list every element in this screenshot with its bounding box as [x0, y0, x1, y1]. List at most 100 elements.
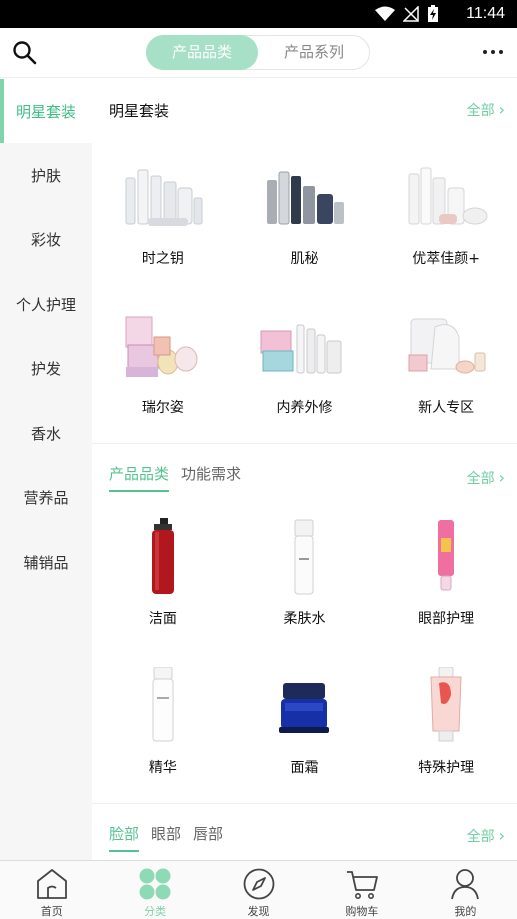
view-all-label: 全部: [466, 103, 495, 119]
top-bar: 产品品类 产品系列: [0, 28, 517, 78]
section-tabs: 脸部 眼部 唇部: [109, 823, 223, 852]
bottom-nav: 首页 分类 发现 购物车 我的: [0, 860, 517, 919]
product-card[interactable]: 特殊护理: [375, 653, 517, 802]
eye-care-image: [438, 520, 455, 591]
sidebar-item-label: 辅销品: [23, 553, 69, 572]
nav-discover[interactable]: 发现: [207, 861, 310, 919]
nav-label: 发现: [247, 905, 270, 918]
tab-face[interactable]: 脸部: [109, 823, 140, 852]
product-card[interactable]: 精华: [92, 653, 234, 802]
category-icon: [139, 868, 171, 900]
product-card[interactable]: 柔肤水: [234, 504, 376, 653]
tab-lips[interactable]: 唇部: [193, 823, 223, 852]
product-set-image: [408, 167, 488, 225]
chevron-right-icon: ›: [498, 468, 505, 487]
compass-icon: [243, 868, 274, 900]
view-all-link[interactable]: 全部 ›: [467, 100, 505, 120]
section-header: 脸部 眼部 唇部 全部 ›: [92, 804, 517, 860]
special-care-image: [430, 667, 462, 742]
nav-profile[interactable]: 我的: [414, 861, 517, 919]
product-grid: 洁面 柔肤水 眼部护理 精华 面霜 特殊护理: [92, 504, 517, 802]
sidebar-item-label: 彩妆: [30, 231, 61, 250]
product-card[interactable]: 瑞尔姿: [92, 293, 234, 442]
product-card[interactable]: 眼部护理: [375, 504, 517, 653]
product-card[interactable]: 优萃佳颜+: [375, 144, 517, 293]
sidebar-item-label: 香水: [30, 424, 61, 443]
product-set-image: [260, 324, 342, 374]
toner-image: [294, 519, 314, 595]
no-signal-icon: [403, 6, 419, 22]
view-all-link[interactable]: 全部 ›: [467, 826, 505, 846]
tab-product-category[interactable]: 产品品类: [146, 35, 258, 70]
search-icon[interactable]: [12, 40, 38, 66]
view-all-link[interactable]: 全部 ›: [467, 468, 505, 488]
sidebar-item-accessories[interactable]: 辅销品: [0, 530, 92, 595]
nav-category[interactable]: 分类: [103, 861, 206, 919]
product-card-label: 瑞尔姿: [141, 400, 184, 416]
product-card-label: 眼部护理: [418, 611, 475, 627]
view-all-label: 全部: [466, 829, 495, 845]
status-time: 11:44: [466, 5, 505, 22]
product-set-image: [125, 169, 203, 226]
product-card[interactable]: 肌秘: [234, 144, 376, 293]
sidebar-item-skincare[interactable]: 护肤: [0, 143, 92, 208]
product-set-image: [267, 171, 345, 225]
nav-home[interactable]: 首页: [0, 861, 103, 919]
wifi-icon: [375, 6, 395, 21]
product-card[interactable]: 时之钥: [92, 144, 234, 293]
product-card-label: 面霜: [290, 760, 319, 776]
product-card[interactable]: 洁面: [92, 504, 234, 653]
section-header: 产品品类 功能需求 全部 ›: [92, 444, 517, 506]
section-title: 明星套装: [109, 102, 170, 120]
product-card-label: 柔肤水: [283, 611, 326, 627]
sidebar-item-label: 个人护理: [15, 295, 76, 314]
nav-label: 分类: [144, 905, 167, 918]
sidebar-item-haircare[interactable]: 护发: [0, 337, 92, 402]
product-card-label: 肌秘: [290, 251, 319, 267]
tab-product-category[interactable]: 产品品类: [109, 463, 170, 492]
product-grid: 时之钥 肌秘 优萃佳颜+ 瑞尔姿 内养外修 新人专区: [92, 144, 517, 442]
more-icon[interactable]: [483, 50, 503, 54]
product-card-label: 特殊护理: [418, 760, 475, 776]
sidebar-item-perfume[interactable]: 香水: [0, 401, 92, 466]
product-card-label: 洁面: [148, 611, 177, 627]
product-card-label: 新人专区: [418, 400, 475, 416]
sidebar-item-makeup[interactable]: 彩妆: [0, 208, 92, 273]
cream-jar-image: [279, 683, 330, 733]
category-sidebar: 明星套装 护肤 彩妆 个人护理 护发 香水 营养品 辅销品: [0, 79, 92, 860]
chevron-right-icon: ›: [498, 100, 505, 119]
product-card-label: 时之钥: [141, 251, 184, 267]
product-set-image: [125, 316, 198, 377]
product-card-label: 优萃佳颜+: [412, 251, 481, 267]
main-content: 明星套装 全部 › 时之钥 肌秘 优萃佳颜+ 瑞尔姿 内养外修 新人专区 产品品…: [92, 79, 517, 860]
product-card-label: 精华: [148, 760, 177, 776]
sidebar-item-label: 明星套装: [15, 102, 76, 121]
view-all-label: 全部: [466, 471, 495, 487]
cart-icon: [346, 871, 378, 899]
nav-label: 首页: [40, 905, 63, 918]
chevron-right-icon: ›: [498, 826, 505, 845]
nav-label: 购物车: [345, 905, 379, 918]
tab-product-series[interactable]: 产品系列: [258, 35, 370, 70]
sidebar-item-label: 护肤: [30, 166, 61, 185]
cleanser-image: [151, 518, 174, 594]
section-header: 明星套装 全部 ›: [92, 79, 517, 139]
sidebar-item-label: 护发: [30, 360, 61, 379]
product-card[interactable]: 新人专区: [375, 293, 517, 442]
product-card[interactable]: 面霜: [234, 653, 376, 802]
nav-label: 我的: [454, 905, 477, 918]
section-tabs: 产品品类 功能需求: [109, 463, 241, 492]
product-card[interactable]: 内养外修: [234, 293, 376, 442]
status-bar: 11:44: [0, 0, 517, 28]
product-set-image: [408, 318, 486, 374]
tab-function-needs[interactable]: 功能需求: [181, 463, 241, 492]
sidebar-item-personal-care[interactable]: 个人护理: [0, 272, 92, 337]
sidebar-item-nutrition[interactable]: 营养品: [0, 466, 92, 531]
tab-eyes[interactable]: 眼部: [151, 823, 181, 852]
product-card-label: 内养外修: [276, 400, 333, 416]
user-icon: [451, 869, 480, 900]
sidebar-item-star-sets[interactable]: 明星套装: [0, 79, 92, 143]
nav-cart[interactable]: 购物车: [310, 861, 413, 919]
battery-charging-icon: [428, 5, 438, 22]
category-segmented-control: 产品品类 产品系列: [146, 35, 370, 70]
